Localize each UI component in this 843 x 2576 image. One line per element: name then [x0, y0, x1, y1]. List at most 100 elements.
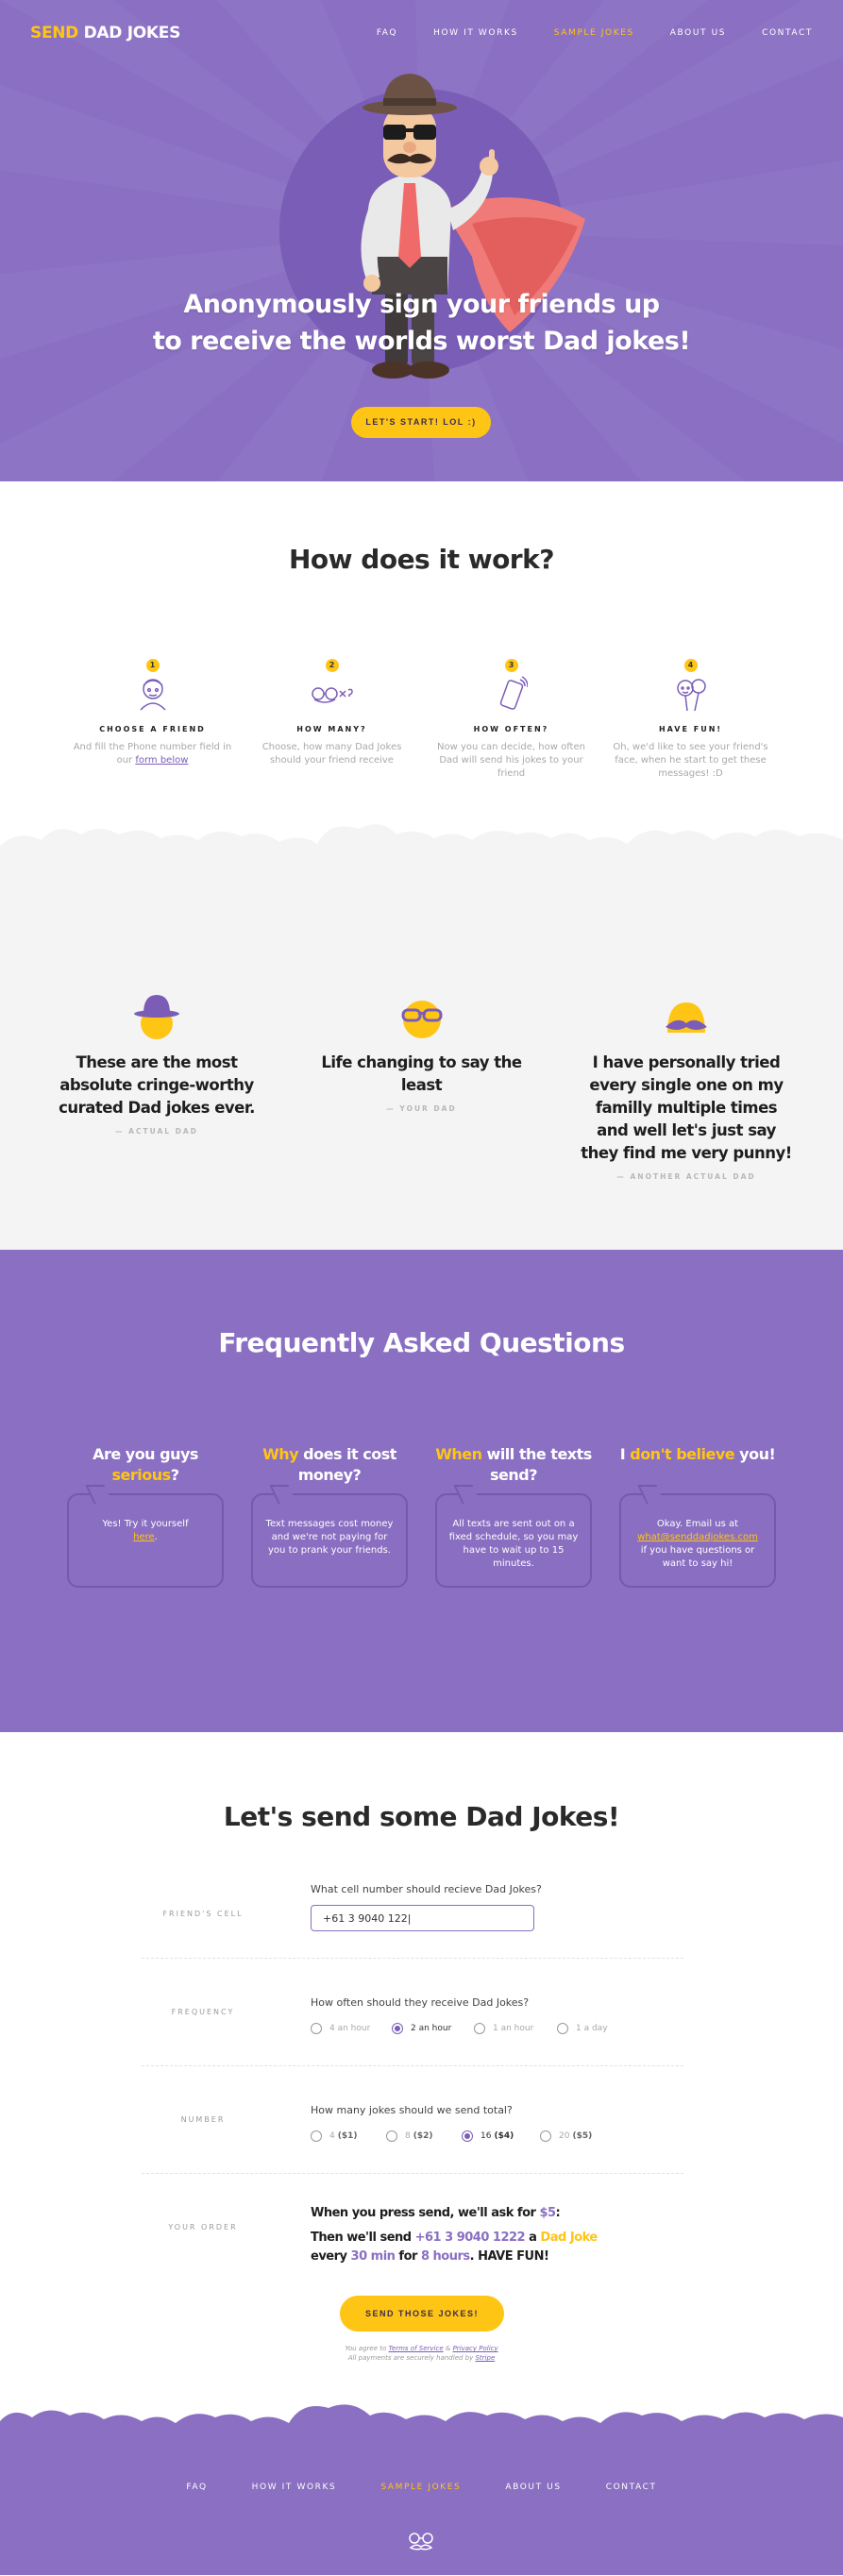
radio-circle[interactable] — [311, 2130, 322, 2142]
form-below-link[interactable]: form below — [135, 755, 188, 766]
logo[interactable]: SEND DAD JOKES — [30, 24, 180, 42]
testimonial-quote: I have personally tried every single one… — [581, 1053, 792, 1162]
logo-dad-jokes: DAD JOKES — [83, 24, 181, 42]
frequency-row: FREQUENCY How often should they receive … — [142, 1959, 683, 2066]
email-link[interactable]: what@senddadjokes.com — [637, 1532, 758, 1542]
faq-section: Frequently Asked Questions Are you guys … — [0, 1250, 843, 1732]
testimonial-author: — YOUR DAD — [386, 1104, 457, 1113]
step-number: 1 — [145, 659, 160, 672]
radio-circle[interactable] — [386, 2130, 397, 2142]
footer-contact[interactable]: CONTACT — [606, 2483, 657, 2492]
order-summary: When you press send, we'll ask for $5: T… — [311, 2204, 683, 2266]
step-text: Now you can decide, how often Dad will s… — [437, 742, 585, 779]
frequency-options: 4 an hour 2 an hour 1 an hour 1 a day — [311, 2023, 683, 2034]
phone-input[interactable] — [311, 1905, 534, 1931]
testimonial-card: These are the most absolute cringe-worth… — [49, 989, 264, 1181]
friend-face-icon — [74, 672, 232, 716]
cell-label: FRIEND'S CELL — [162, 1910, 244, 1918]
step-text: Oh, we'd like to see your friend's face,… — [613, 742, 768, 779]
number-option-8[interactable]: 8 ($2) — [386, 2130, 462, 2142]
hero-section: SEND DAD JOKES FAQ HOW IT WORKS SAMPLE J… — [0, 0, 843, 481]
how-title: How does it work? — [289, 544, 554, 575]
step-number: 4 — [683, 659, 698, 672]
order-line3: every 30 min for 8 hours. HAVE FUN! — [311, 2249, 549, 2264]
step-title: HOW MANY? — [296, 725, 367, 733]
nav-faq[interactable]: FAQ — [377, 28, 397, 38]
quotes-list: These are the most absolute cringe-worth… — [0, 989, 843, 1181]
logo-send: SEND — [30, 24, 78, 42]
nav-how-it-works[interactable]: HOW IT WORKS — [433, 28, 518, 38]
terms-note: You agree to Terms of Service & Privacy … — [345, 2345, 498, 2362]
number-options: 4 ($1) 8 ($2) 16 ($4) 20 ($5) — [311, 2130, 683, 2142]
step-title: CHOOSE A FRIEND — [99, 725, 206, 733]
number-option-16[interactable]: 16 ($4) — [462, 2130, 540, 2142]
footer-how-it-works[interactable]: HOW IT WORKS — [252, 2483, 337, 2492]
cloud-divider — [0, 824, 843, 876]
footer: FAQ HOW IT WORKS SAMPLE JOKES ABOUT US C… — [0, 2404, 843, 2575]
mustache-face-icon — [579, 989, 794, 1040]
radio-circle[interactable] — [462, 2130, 473, 2142]
frequency-label: FREQUENCY — [171, 2008, 235, 2016]
step-text: Choose, how many Dad Jokes should your f… — [261, 742, 402, 766]
summary-row: YOUR ORDER When you press send, we'll as… — [142, 2174, 683, 2278]
number-label: NUMBER — [180, 2115, 226, 2124]
radio-circle[interactable] — [540, 2130, 551, 2142]
cloud-divider — [0, 2404, 843, 2444]
faq-answer-bubble: All texts are sent out on a fixed schedu… — [435, 1493, 592, 1588]
glasses-mustache-icon — [409, 2533, 433, 2551]
how-it-works-section: How does it work? 1 CHOOSE A FRIEND And … — [0, 481, 843, 868]
order-line2: Then we'll send +61 3 9040 1222 a Dad Jo… — [311, 2231, 598, 2245]
cell-question: What cell number should recieve Dad Joke… — [311, 1883, 542, 1895]
faq-question: I don't believe you! — [619, 1445, 776, 1463]
number-option-20[interactable]: 20 ($5) — [540, 2130, 592, 2142]
radio-circle[interactable] — [474, 2023, 485, 2034]
number-option-4[interactable]: 4 ($1) — [311, 2130, 386, 2142]
hero-headline-line2: to receive the worlds worst Dad jokes! — [152, 327, 691, 356]
phone-icon — [432, 672, 591, 716]
freq-option-1-day[interactable]: 1 a day — [557, 2023, 608, 2034]
faq-question: Why does it cost money? — [262, 1445, 396, 1484]
terms-of-service-link[interactable]: Terms of Service — [389, 2345, 444, 2352]
faq-list: Are you guys serious? Yes! Try it yourse… — [0, 1444, 843, 1588]
try-here-link[interactable]: here — [133, 1532, 155, 1542]
stripe-link[interactable]: Stripe — [475, 2354, 495, 2362]
freq-option-4-hour[interactable]: 4 an hour — [311, 2023, 392, 2034]
faq-item: Why does it cost money? Text messages co… — [251, 1444, 408, 1588]
radio-circle[interactable] — [392, 2023, 403, 2034]
privacy-policy-link[interactable]: Privacy Policy — [453, 2345, 498, 2352]
hero-start-button[interactable]: LET'S START! LOL :) — [351, 407, 491, 438]
hero-headline-line1: Anonymously sign your friends up — [183, 290, 660, 319]
step-have-fun: 4 HAVE FUN! Oh, we'd like to see your fr… — [612, 653, 770, 781]
faq-title: Frequently Asked Questions — [218, 1327, 625, 1358]
order-form-section: Let's send some Dad Jokes! FRIEND'S CELL… — [0, 1732, 843, 2442]
faq-answer-bubble: Yes! Try it yourself here. — [67, 1493, 224, 1588]
step-choose-friend: 1 CHOOSE A FRIEND And fill the Phone num… — [74, 653, 232, 781]
balloon-face-icon — [612, 672, 770, 716]
number-question: How many jokes should we send total? — [311, 2104, 513, 2116]
freq-option-1-hour[interactable]: 1 an hour — [474, 2023, 557, 2034]
nav-contact[interactable]: CONTACT — [762, 28, 813, 38]
faq-question: When will the texts send? — [435, 1445, 592, 1484]
hat-face-icon — [49, 989, 264, 1040]
step-how-often: 3 HOW OFTEN? Now you can decide, how oft… — [432, 653, 591, 781]
radio-circle[interactable] — [557, 2023, 568, 2034]
faq-answer: Text messages cost money and we're not p… — [265, 1519, 394, 1556]
radio-circle[interactable] — [311, 2023, 322, 2034]
form-title: Let's send some Dad Jokes! — [223, 1801, 620, 1832]
faq-answer: Yes! Try it yourself here. — [102, 1519, 189, 1542]
footer-links: FAQ HOW IT WORKS SAMPLE JOKES ABOUT US C… — [0, 2483, 843, 2492]
footer-faq[interactable]: FAQ — [186, 2483, 207, 2492]
footer-sample-jokes[interactable]: SAMPLE JOKES — [380, 2483, 461, 2492]
send-jokes-button[interactable]: SEND THOSE JOKES! — [340, 2296, 504, 2332]
order-label: YOUR ORDER — [168, 2223, 238, 2231]
number-row: NUMBER How many jokes should we send tot… — [142, 2066, 683, 2174]
faq-answer-bubble: Text messages cost money and we're not p… — [251, 1493, 408, 1588]
nav-sample-jokes[interactable]: SAMPLE JOKES — [554, 28, 634, 38]
testimonial-quote: Life changing to say the least — [321, 1053, 522, 1094]
freq-option-2-hour[interactable]: 2 an hour — [392, 2023, 474, 2034]
testimonial-card: I have personally tried every single one… — [579, 989, 794, 1181]
faq-answer: Okay. Email us at what@senddadjokes.com if… — [637, 1519, 758, 1569]
nav-about-us[interactable]: ABOUT US — [670, 28, 726, 38]
footer-about-us[interactable]: ABOUT US — [505, 2483, 561, 2492]
cell-row: FRIEND'S CELL What cell number should re… — [142, 1883, 683, 1959]
